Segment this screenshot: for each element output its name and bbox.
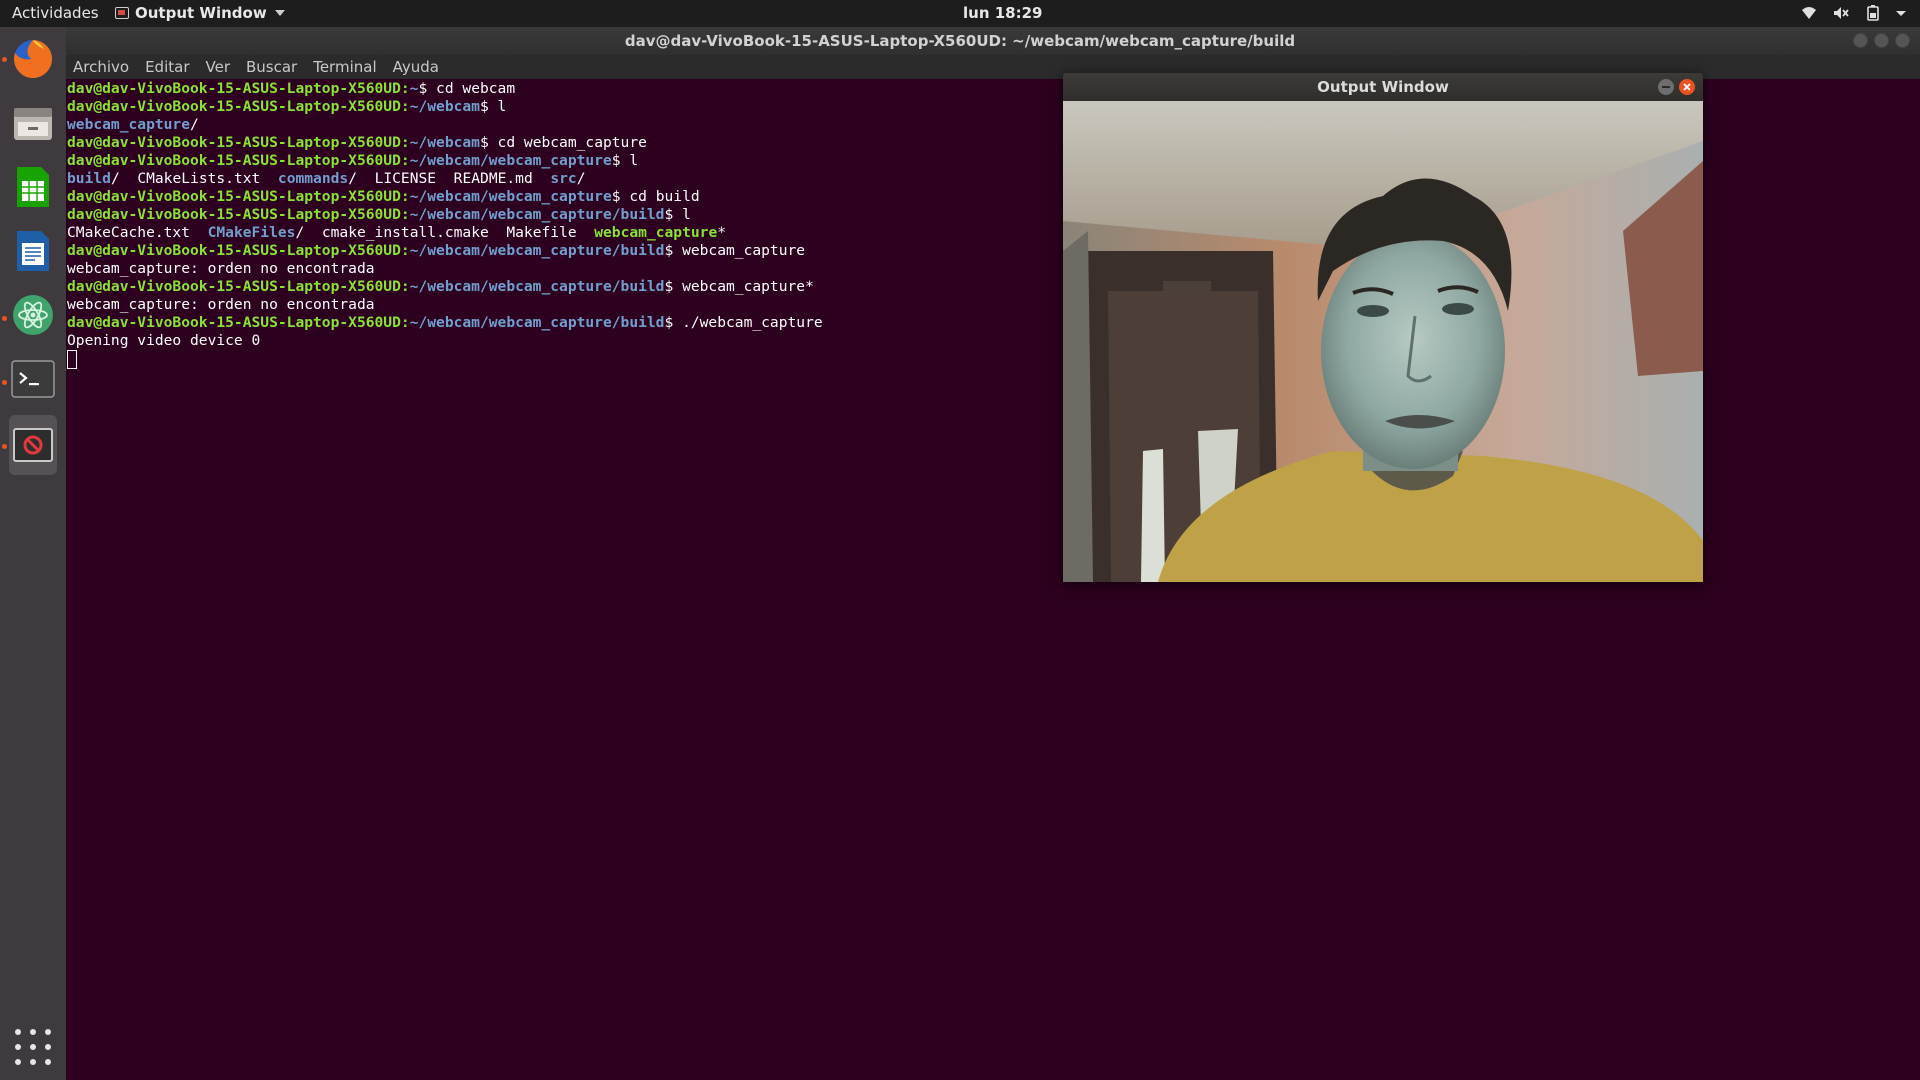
writer-icon[interactable] (9, 227, 57, 275)
dock (0, 27, 66, 1080)
prompt-path: ~ (409, 80, 419, 97)
app-menu[interactable]: Output Window (115, 4, 285, 22)
terminal-cursor (67, 350, 77, 369)
prompt-path: ~/webcam/webcam_capture/build (409, 314, 665, 331)
calc-icon[interactable] (9, 163, 57, 211)
menu-editar[interactable]: Editar (145, 58, 189, 76)
terminal-title-bar[interactable]: dav@dav-VivoBook-15-ASUS-Laptop-X560UD: … (0, 27, 1920, 55)
maximize-button[interactable] (1874, 33, 1889, 48)
prompt-user-host: dav@dav-VivoBook-15-ASUS-Laptop-X560UD: (67, 134, 410, 151)
prompt-path: ~/webcam (409, 134, 480, 151)
command-text: cd webcam (427, 80, 516, 97)
directory-entry: build (67, 170, 111, 187)
running-indicator (2, 444, 7, 449)
running-indicator (2, 57, 7, 62)
minimize-button[interactable] (1853, 33, 1868, 48)
system-menu-caret-icon (1896, 4, 1906, 22)
volume-icon (1832, 4, 1850, 22)
prompt-path: ~/webcam/webcam_capture/build (409, 242, 665, 259)
prompt-user-host: dav@dav-VivoBook-15-ASUS-Laptop-X560UD: (67, 188, 410, 205)
output-window-title-bar[interactable]: Output Window (1063, 73, 1703, 101)
command-text: webcam_capture (673, 242, 806, 259)
atom-icon[interactable] (9, 291, 57, 339)
command-text: l (673, 206, 691, 223)
output-window-app-icon (115, 7, 129, 19)
command-text: l (488, 98, 507, 115)
prompt-user-host: dav@dav-VivoBook-15-ASUS-Laptop-X560UD: (67, 314, 410, 331)
prompt-path: ~/webcam/webcam_capture/build (409, 278, 665, 295)
menu-buscar[interactable]: Buscar (246, 58, 297, 76)
output-text: Opening video device 0 (67, 332, 261, 349)
battery-icon (1864, 4, 1882, 22)
directory-entry: webcam_capture (67, 116, 191, 133)
running-indicator (2, 380, 7, 385)
menu-ayuda[interactable]: Ayuda (393, 58, 439, 76)
command-text: l (620, 152, 639, 169)
webcam-video-frame (1063, 101, 1703, 582)
close-button[interactable] (1679, 79, 1695, 95)
close-button[interactable] (1895, 33, 1910, 48)
terminal-icon[interactable] (9, 355, 57, 403)
files-icon[interactable] (9, 99, 57, 147)
system-tray[interactable] (1800, 4, 1906, 22)
output-window[interactable]: Output Window (1063, 73, 1703, 582)
output-text: webcam_capture: orden no encontrada (67, 260, 375, 277)
output-text: webcam_capture: orden no encontrada (67, 296, 375, 313)
prompt-path: ~/webcam/webcam_capture (409, 188, 612, 205)
output-window-icon[interactable] (9, 415, 57, 475)
prompt-user-host: dav@dav-VivoBook-15-ASUS-Laptop-X560UD: (67, 206, 410, 223)
show-applications-icon[interactable] (15, 1029, 51, 1065)
prompt-path: ~/webcam/webcam_capture/build (409, 206, 665, 223)
terminal-window-title: dav@dav-VivoBook-15-ASUS-Laptop-X560UD: … (624, 32, 1296, 50)
running-indicator (2, 316, 7, 321)
directory-entry: commands (277, 170, 349, 187)
minimize-button[interactable] (1658, 79, 1674, 95)
menu-archivo[interactable]: Archivo (73, 58, 129, 76)
activities-button[interactable]: Actividades (12, 4, 99, 22)
menu-ver[interactable]: Ver (206, 58, 231, 76)
command-text: cd build (620, 188, 700, 205)
command-text: ./webcam_capture (673, 314, 823, 331)
app-menu-label: Output Window (135, 4, 267, 22)
prompt-user-host: dav@dav-VivoBook-15-ASUS-Laptop-X560UD: (67, 98, 410, 115)
prompt-user-host: dav@dav-VivoBook-15-ASUS-Laptop-X560UD: (67, 80, 410, 97)
command-text: webcam_capture* (673, 278, 814, 295)
firefox-icon[interactable] (9, 35, 57, 83)
directory-entry: src (550, 170, 577, 187)
directory-entry: CMakeFiles (207, 224, 296, 241)
prompt-path: ~/webcam/webcam_capture (409, 152, 612, 169)
wifi-icon (1800, 4, 1818, 22)
prompt-user-host: dav@dav-VivoBook-15-ASUS-Laptop-X560UD: (67, 278, 410, 295)
menu-terminal[interactable]: Terminal (313, 58, 376, 76)
executable-entry: webcam_capture (594, 224, 718, 241)
clock[interactable]: lun 18:29 (963, 4, 1042, 22)
command-text: cd webcam_capture (488, 134, 647, 151)
top-bar: Actividades Output Window lun 18:29 (0, 0, 1920, 27)
chevron-down-icon (274, 10, 285, 16)
prompt-path: ~/webcam (409, 98, 480, 115)
prompt-user-host: dav@dav-VivoBook-15-ASUS-Laptop-X560UD: (67, 242, 410, 259)
output-window-title: Output Window (1317, 78, 1449, 96)
prompt-user-host: dav@dav-VivoBook-15-ASUS-Laptop-X560UD: (67, 152, 410, 169)
